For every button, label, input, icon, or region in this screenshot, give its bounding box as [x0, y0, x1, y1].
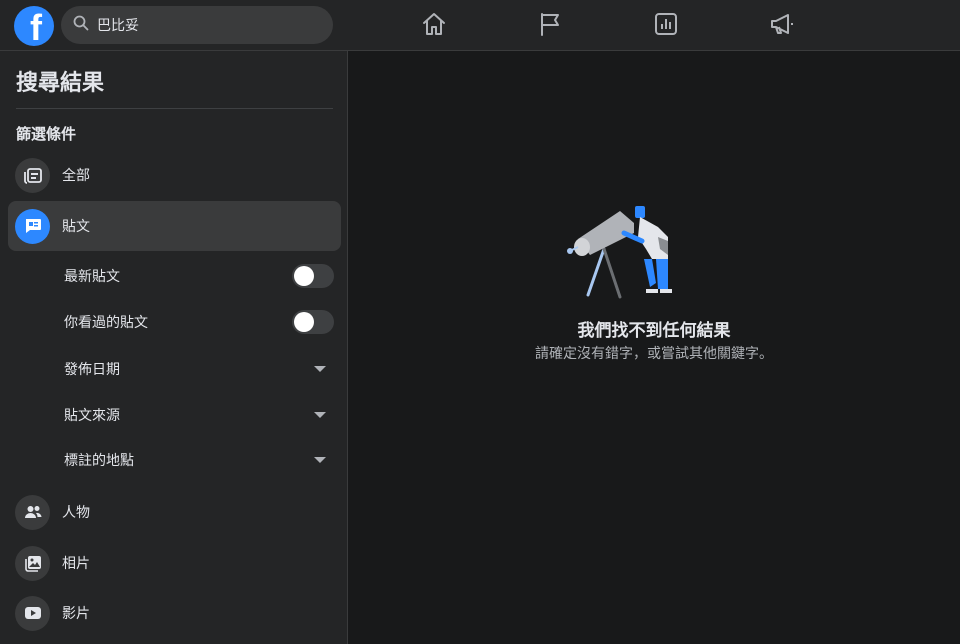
sidebar-item-posts[interactable]: 貼文 — [8, 201, 341, 251]
telescope-illustration-icon — [567, 206, 672, 299]
filter-label: 發佈日期 — [64, 362, 120, 378]
results-panel: 我們找不到任何結果 請確定沒有錯字，或嘗試其他關鍵字。 — [348, 51, 960, 644]
sidebar-item-videos[interactable]: 影片 — [8, 588, 341, 638]
video-icon — [15, 595, 50, 631]
search-box[interactable] — [61, 6, 333, 44]
facebook-logo[interactable]: f — [14, 6, 54, 46]
filter-date-posted[interactable]: 發佈日期 — [64, 354, 334, 384]
caret-down-icon — [314, 457, 326, 463]
filters-heading: 篩選條件 — [16, 125, 77, 143]
sidebar-item-label: 全部 — [62, 168, 90, 184]
filter-post-source[interactable]: 貼文來源 — [64, 400, 334, 430]
recent-posts-toggle[interactable] — [292, 264, 334, 288]
sidebar-item-label: 影片 — [62, 606, 90, 622]
filter-seen-posts: 你看過的貼文 — [64, 307, 334, 337]
search-input[interactable] — [95, 16, 319, 34]
empty-results-subtitle: 請確定沒有錯字，或嘗試其他關鍵字。 — [535, 346, 773, 362]
filter-recent-posts: 最新貼文 — [64, 261, 334, 291]
divider — [16, 108, 333, 109]
caret-down-icon — [314, 366, 326, 372]
chart-icon[interactable] — [652, 10, 680, 38]
sidebar-item-all[interactable]: 全部 — [8, 150, 341, 200]
caret-down-icon — [314, 412, 326, 418]
empty-results-title: 我們找不到任何結果 — [577, 321, 731, 341]
filter-label: 最新貼文 — [64, 269, 120, 285]
megaphone-icon[interactable] — [768, 10, 796, 38]
search-filters-sidebar: 搜尋結果 篩選條件 全部 貼文 最新貼文 你看過的貼文 發佈日期 貼文來源 標註… — [0, 51, 348, 644]
sidebar-item-photos[interactable]: 相片 — [8, 538, 341, 588]
filter-label: 標註的地點 — [64, 453, 134, 469]
all-feed-icon — [15, 157, 50, 193]
filter-label: 貼文來源 — [64, 408, 120, 424]
home-icon[interactable] — [420, 10, 448, 38]
top-bar: f — [0, 0, 960, 51]
facebook-logo-letter: f — [30, 7, 42, 46]
filter-label: 你看過的貼文 — [64, 315, 148, 331]
sidebar-item-label: 人物 — [62, 505, 90, 521]
search-icon — [73, 15, 89, 35]
flag-icon[interactable] — [536, 10, 564, 38]
sidebar-item-label: 貼文 — [62, 219, 90, 235]
posts-icon — [15, 208, 50, 244]
seen-posts-toggle[interactable] — [292, 310, 334, 334]
people-icon — [15, 494, 50, 530]
sidebar-item-label: 相片 — [62, 556, 90, 572]
filter-tagged-location[interactable]: 標註的地點 — [64, 445, 334, 475]
photos-icon — [15, 545, 50, 581]
toggle-knob — [294, 312, 314, 332]
page-title: 搜尋結果 — [16, 71, 105, 96]
toggle-knob — [294, 266, 314, 286]
sidebar-item-people[interactable]: 人物 — [8, 487, 341, 537]
